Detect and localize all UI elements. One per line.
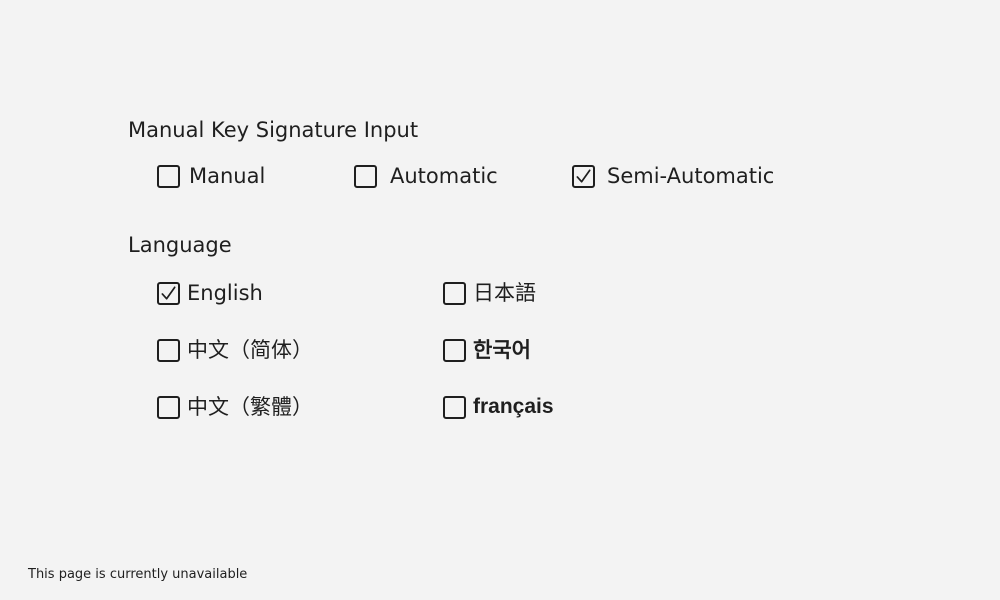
checkbox-icon[interactable]: [443, 338, 466, 362]
checkbox-icon[interactable]: [157, 338, 180, 362]
language-option-korean[interactable]: 한국어: [443, 337, 531, 363]
page-unavailable-notice: This page is currently unavailable: [28, 567, 248, 582]
key-signature-option-manual[interactable]: Manual: [157, 163, 265, 189]
checkbox-icon[interactable]: [443, 281, 466, 305]
language-option-label: 中文（繁體）: [187, 395, 313, 419]
checkmark-icon: [576, 168, 591, 183]
checkbox-icon[interactable]: [157, 281, 180, 305]
language-option-japanese[interactable]: 日本語: [443, 280, 536, 306]
language-option-english[interactable]: English: [157, 280, 263, 306]
key-signature-option-semi-automatic[interactable]: Semi-Automatic: [572, 163, 774, 189]
checkbox-icon[interactable]: [443, 395, 466, 419]
checkbox-icon[interactable]: [354, 164, 377, 188]
key-signature-option-label: Automatic: [390, 164, 498, 188]
checkbox-icon[interactable]: [157, 164, 180, 188]
checkmark-icon: [161, 285, 176, 300]
language-option-label: 中文（简体）: [187, 338, 313, 362]
language-option-chinese-traditional[interactable]: 中文（繁體）: [157, 394, 313, 420]
language-option-label: 한국어: [473, 338, 531, 362]
checkbox-icon[interactable]: [157, 395, 180, 419]
language-section-title: Language: [128, 233, 232, 257]
key-signature-option-label: Semi-Automatic: [607, 164, 775, 188]
checkbox-icon[interactable]: [572, 164, 595, 188]
language-option-label: English: [187, 281, 263, 305]
language-option-label: français: [473, 395, 554, 418]
key-signature-section-title: Manual Key Signature Input: [128, 118, 419, 142]
key-signature-option-label: Manual: [189, 164, 266, 188]
language-option-chinese-simplified[interactable]: 中文（简体）: [157, 337, 313, 363]
key-signature-option-automatic[interactable]: Automatic: [354, 163, 498, 189]
language-option-label: 日本語: [473, 281, 536, 305]
language-option-french[interactable]: français: [443, 394, 554, 420]
